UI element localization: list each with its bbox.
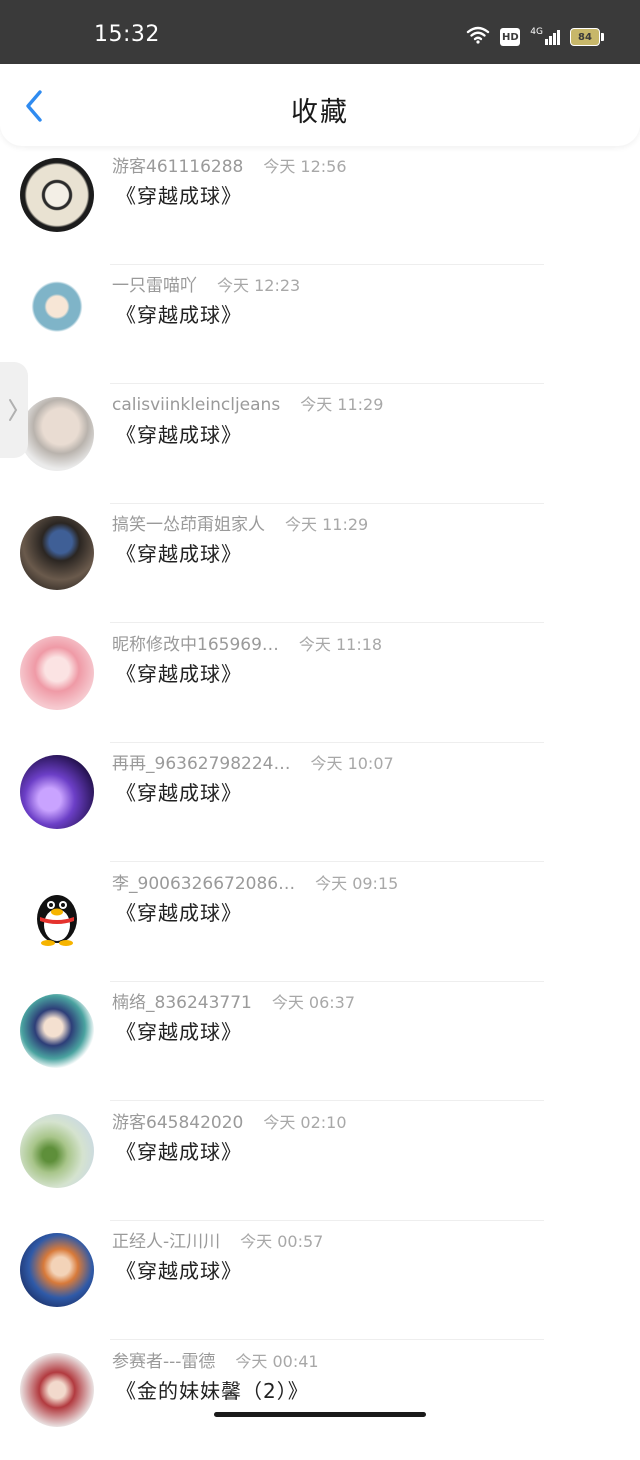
favorite-item[interactable]: 搞笑一怂茚甭姐家人 今天 11:29 《穿越成球》	[0, 504, 640, 623]
hd-badge: HD	[500, 28, 521, 46]
avatar[interactable]	[20, 1114, 94, 1188]
timestamp: 今天 12:23	[217, 276, 301, 295]
avatar[interactable]	[20, 158, 94, 232]
battery-icon: 84	[570, 28, 604, 46]
status-bar: 15:32 HD 4G 84	[0, 0, 640, 64]
divider	[110, 383, 544, 384]
status-time: 15:32	[94, 22, 160, 47]
timestamp: 今天 00:57	[240, 1232, 324, 1251]
user-name[interactable]: 参赛者---雷德	[112, 1347, 215, 1372]
favorite-item[interactable]: 楠络_836243771 今天 06:37 《穿越成球》	[0, 982, 640, 1101]
favorite-title[interactable]: 《穿越成球》	[116, 538, 242, 567]
favorite-item[interactable]: 参赛者---雷德 今天 00:41 《金的妹妹馨（2）》	[0, 1341, 640, 1460]
avatar[interactable]	[20, 1353, 94, 1427]
avatar[interactable]	[20, 994, 94, 1068]
favorite-title[interactable]: 《穿越成球》	[116, 299, 242, 328]
favorite-item[interactable]: 李_9006326672086… 今天 09:15 《穿越成球》	[0, 863, 640, 982]
divider	[110, 1100, 544, 1101]
divider	[110, 622, 544, 623]
user-name[interactable]: 搞笑一怂茚甭姐家人	[112, 510, 265, 535]
favorite-title[interactable]: 《穿越成球》	[116, 658, 242, 687]
user-name[interactable]: 一只雷喵吖	[112, 271, 197, 296]
timestamp: 今天 11:18	[298, 635, 383, 654]
user-name[interactable]: 李_9006326672086…	[112, 869, 295, 894]
wifi-icon	[466, 26, 490, 48]
favorite-title[interactable]: 《穿越成球》	[116, 897, 242, 926]
timestamp: 今天 02:10	[263, 1113, 347, 1132]
timestamp: 今天 12:56	[263, 157, 347, 176]
favorite-title[interactable]: 《穿越成球》	[116, 1255, 242, 1284]
avatar[interactable]	[20, 277, 94, 351]
header-bar: 收藏	[0, 64, 640, 146]
favorite-item[interactable]: 游客645842020 今天 02:10 《穿越成球》	[0, 1102, 640, 1221]
avatar[interactable]	[20, 875, 94, 949]
chevron-right-icon	[9, 399, 18, 421]
divider	[110, 861, 544, 862]
page-title: 收藏	[291, 97, 349, 128]
favorite-item[interactable]: calisviinkleincljeans 今天 11:29 《穿越成球》	[0, 385, 640, 504]
favorite-title[interactable]: 《穿越成球》	[116, 419, 242, 448]
timestamp: 今天 11:29	[285, 515, 369, 534]
user-name[interactable]: 楠络_836243771	[112, 988, 252, 1013]
network-type: 4G	[530, 26, 543, 37]
penguin-icon	[37, 895, 77, 946]
battery-level: 84	[578, 31, 592, 43]
timestamp: 今天 10:07	[310, 754, 394, 773]
home-indicator[interactable]	[214, 1412, 426, 1417]
user-name[interactable]: 昵称修改中165969…	[112, 630, 279, 655]
favorite-item[interactable]: 一只雷喵吖 今天 12:23 《穿越成球》	[0, 265, 640, 384]
timestamp: 今天 06:37	[271, 993, 356, 1012]
avatar[interactable]	[20, 516, 94, 590]
favorite-title[interactable]: 《穿越成球》	[116, 777, 242, 806]
timestamp: 今天 11:29	[300, 395, 384, 414]
user-name[interactable]: 游客461116288	[112, 152, 243, 177]
favorite-title[interactable]: 《穿越成球》	[116, 1016, 242, 1045]
user-name[interactable]: calisviinkleincljeans	[112, 395, 280, 415]
favorite-item[interactable]: 游客461116288 今天 12:56 《穿越成球》	[0, 146, 640, 265]
divider	[110, 1339, 544, 1340]
favorite-item[interactable]: 再再_96362798224… 今天 10:07 《穿越成球》	[0, 743, 640, 862]
signal-icon: 4G	[530, 26, 560, 45]
status-icons: HD 4G 84	[466, 26, 604, 48]
user-name[interactable]: 正经人-江川川	[112, 1227, 220, 1252]
side-drawer-handle[interactable]	[0, 362, 28, 458]
avatar[interactable]	[20, 755, 94, 829]
user-name[interactable]: 再再_96362798224…	[112, 749, 290, 774]
avatar[interactable]	[20, 397, 94, 471]
favorite-item[interactable]: 正经人-江川川 今天 00:57 《穿越成球》	[0, 1221, 640, 1340]
timestamp: 今天 00:41	[235, 1352, 319, 1371]
avatar[interactable]	[20, 636, 94, 710]
avatar[interactable]	[20, 1233, 94, 1307]
user-name[interactable]: 游客645842020	[112, 1108, 243, 1133]
favorite-item[interactable]: 昵称修改中165969… 今天 11:18 《穿越成球》	[0, 624, 640, 743]
timestamp: 今天 09:15	[315, 874, 399, 893]
favorite-title[interactable]: 《穿越成球》	[116, 180, 242, 209]
favorite-title[interactable]: 《穿越成球》	[116, 1136, 242, 1165]
favorite-title[interactable]: 《金的妹妹馨（2）》	[116, 1375, 309, 1404]
